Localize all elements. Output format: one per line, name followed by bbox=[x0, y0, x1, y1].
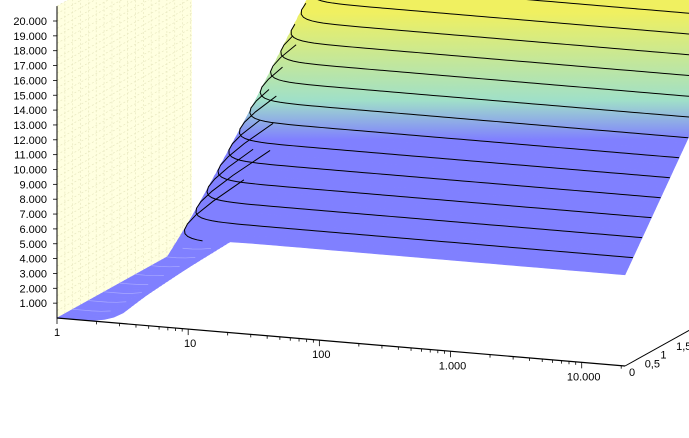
x-tick-label: 10.000 bbox=[567, 371, 601, 383]
z-tick-label: 5.000 bbox=[19, 239, 47, 251]
x-axis-line bbox=[57, 318, 625, 366]
z-tick-label: 7.000 bbox=[19, 209, 47, 221]
depth-tick-label: 0 bbox=[629, 367, 635, 379]
depth-tick-label: 1,5 bbox=[676, 341, 689, 353]
z-tick-label: 11.000 bbox=[14, 150, 47, 162]
x-tick-label: 1.000 bbox=[439, 360, 467, 372]
z-tick-label: 2.000 bbox=[19, 283, 47, 295]
x-tick-label: 10 bbox=[184, 338, 196, 350]
z-tick-label: 15.000 bbox=[13, 90, 47, 102]
z-tick-label: 17.000 bbox=[13, 61, 47, 73]
z-tick-label: 4.000 bbox=[19, 254, 47, 266]
z-tick-label: 18.000 bbox=[13, 46, 47, 58]
z-tick-label: 16.000 bbox=[13, 75, 47, 87]
chart-svg: 1.000 2.000 3.000 4.000 5.000 6.000 7.000 8.000… bbox=[0, 0, 689, 433]
z-tick-label: 13.000 bbox=[13, 120, 47, 132]
z-tick-label: 10.000 bbox=[13, 165, 47, 177]
z-tick-label: 1.000 bbox=[19, 298, 47, 310]
z-tick-label: 3.000 bbox=[19, 268, 47, 280]
x-tick-label: 1 bbox=[54, 327, 60, 339]
z-tick-label: 8.000 bbox=[19, 194, 47, 206]
z-tick-label: 6.000 bbox=[19, 224, 47, 236]
x-tick-label: 100 bbox=[312, 349, 330, 361]
depth-tick-label: 0,5 bbox=[645, 358, 660, 370]
depth-tick-label: 1 bbox=[660, 350, 666, 362]
z-tick-label: 12.000 bbox=[13, 135, 47, 147]
surface-chart: 1.000 2.000 3.000 4.000 5.000 6.000 7.000 8.000… bbox=[0, 0, 689, 433]
z-tick-label: 14.000 bbox=[13, 105, 47, 117]
z-tick-label: 9.000 bbox=[19, 179, 47, 191]
z-tick-label: 20.000 bbox=[13, 16, 47, 28]
depth-axis-line bbox=[625, 291, 689, 366]
z-tick-label: 19.000 bbox=[13, 31, 47, 43]
